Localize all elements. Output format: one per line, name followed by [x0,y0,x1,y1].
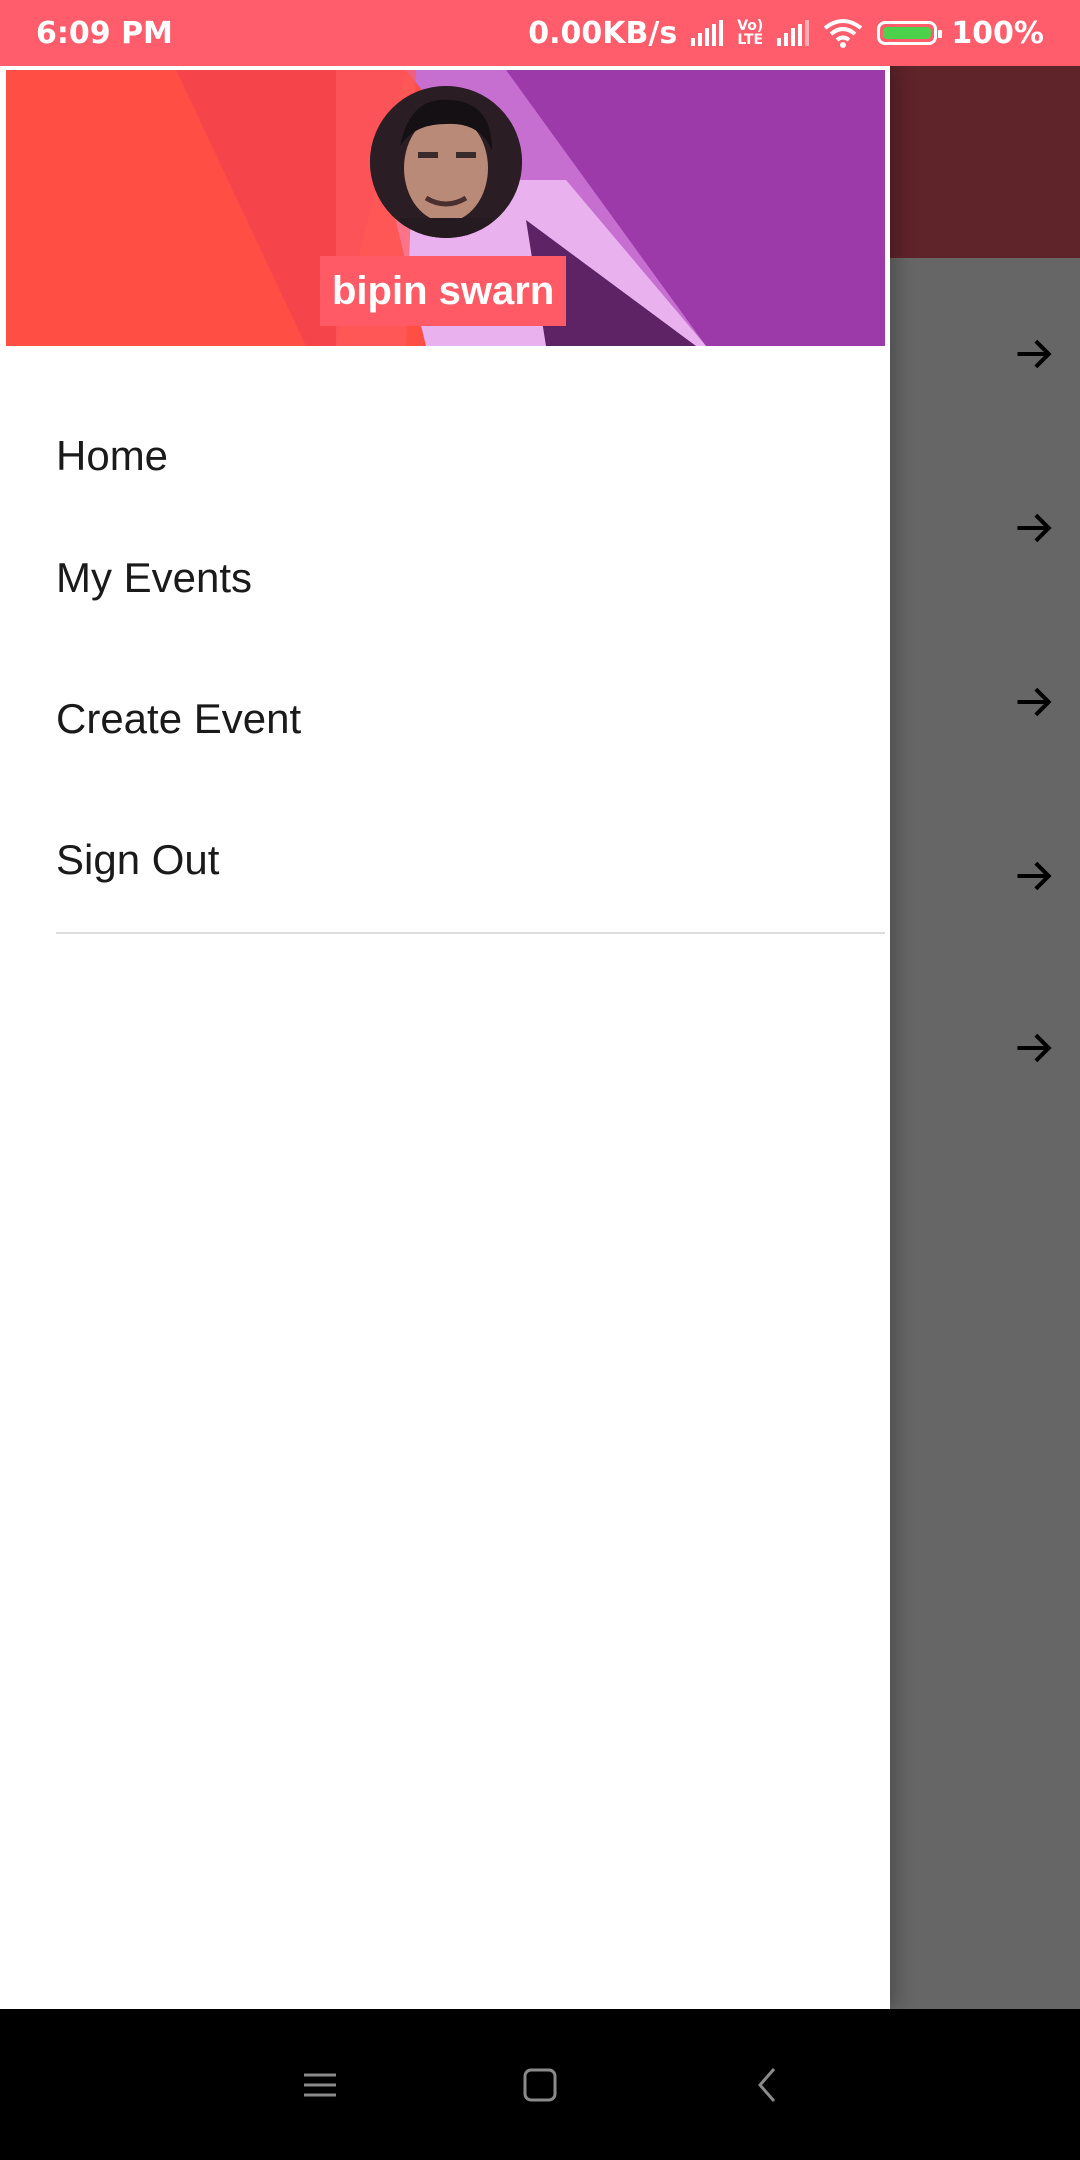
home-square-icon[interactable] [520,2065,560,2105]
arrow-right-icon [1017,1033,1052,1063]
arrow-right-icon [1017,687,1052,717]
drawer-menu: Home My Events Create Event Sign Out [0,406,890,930]
volte-icon: Vo) LTE [737,18,764,48]
menu-item-my-events[interactable]: My Events [0,507,890,648]
back-chevron-icon[interactable] [748,2065,788,2105]
menu-item-home[interactable]: Home [0,406,890,507]
arrow-right-icon [1017,339,1052,369]
net-speed: 0.00KB/s [528,15,678,51]
profile-photo [370,86,522,238]
menu-item-create-event[interactable]: Create Event [0,648,890,789]
user-name: bipin swarn [320,256,567,326]
arrow-right-icon [1017,861,1052,891]
navigation-drawer: bipin swarn Home My Events Create Event … [0,66,890,2009]
signal-icon [691,20,724,46]
menu-icon[interactable] [300,2065,340,2105]
status-bar: 6:09 PM 0.00KB/s Vo) LTE 100% [0,0,1080,66]
arrow-right-icon [1017,513,1052,543]
status-time: 6:09 PM [36,15,173,51]
system-nav-bar [0,2009,1080,2160]
drawer-header: bipin swarn [6,70,885,346]
menu-item-sign-out[interactable]: Sign Out [0,789,890,930]
status-icons: 0.00KB/s Vo) LTE 100% [528,16,1044,51]
battery-percent: 100% [951,15,1044,51]
menu-divider [56,932,885,934]
avatar[interactable] [370,86,522,238]
battery-charging-icon [877,21,943,45]
signal-icon [777,20,810,46]
wifi-icon [824,19,863,48]
